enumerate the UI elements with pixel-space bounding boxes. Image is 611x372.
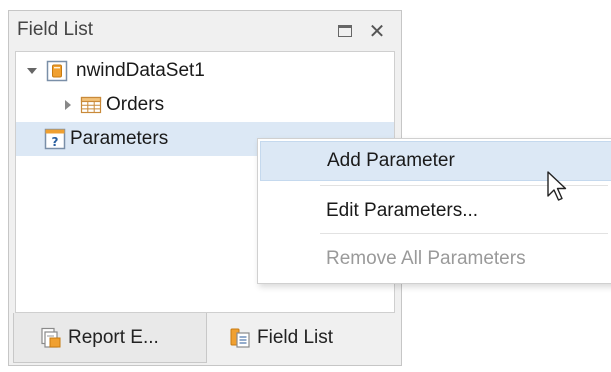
collapse-arrow-icon[interactable] xyxy=(62,99,74,111)
close-icon[interactable]: ✕ xyxy=(365,19,389,43)
menu-separator xyxy=(320,233,608,234)
panel-header: Field List ✕ xyxy=(9,11,401,51)
tab-label: Report E... xyxy=(68,326,159,348)
tree-item-orders[interactable]: Orders xyxy=(16,88,394,122)
parameters-icon: ? xyxy=(44,128,66,150)
menu-item-remove-all-parameters: Remove All Parameters xyxy=(260,239,611,279)
expand-arrow-icon[interactable] xyxy=(26,65,38,77)
datasource-icon xyxy=(46,60,68,82)
context-menu: Add Parameter Edit Parameters... Remove … xyxy=(257,138,611,284)
tab-report-explorer[interactable]: Report E... xyxy=(13,313,207,363)
menu-item-label: Remove All Parameters xyxy=(326,248,526,269)
menu-item-label: Add Parameter xyxy=(327,150,455,171)
tab-label: Field List xyxy=(257,327,334,348)
tree-item-label: Parameters xyxy=(70,128,169,149)
table-icon xyxy=(80,96,102,114)
tree-item-datasource[interactable]: nwindDataSet1 xyxy=(16,54,394,88)
svg-text:?: ? xyxy=(52,135,59,149)
tab-field-list[interactable]: Field List xyxy=(215,313,395,363)
menu-item-label: Edit Parameters... xyxy=(326,200,479,221)
restore-icon[interactable] xyxy=(333,19,357,43)
field-list-icon xyxy=(230,328,250,348)
panel-title: Field List xyxy=(17,19,94,40)
tree-item-label: Orders xyxy=(106,94,165,115)
mouse-cursor-icon xyxy=(547,171,567,201)
report-explorer-icon xyxy=(41,327,61,348)
tree-item-label: nwindDataSet1 xyxy=(76,60,205,81)
panel-tab-strip: Report E... Field List xyxy=(9,313,401,367)
